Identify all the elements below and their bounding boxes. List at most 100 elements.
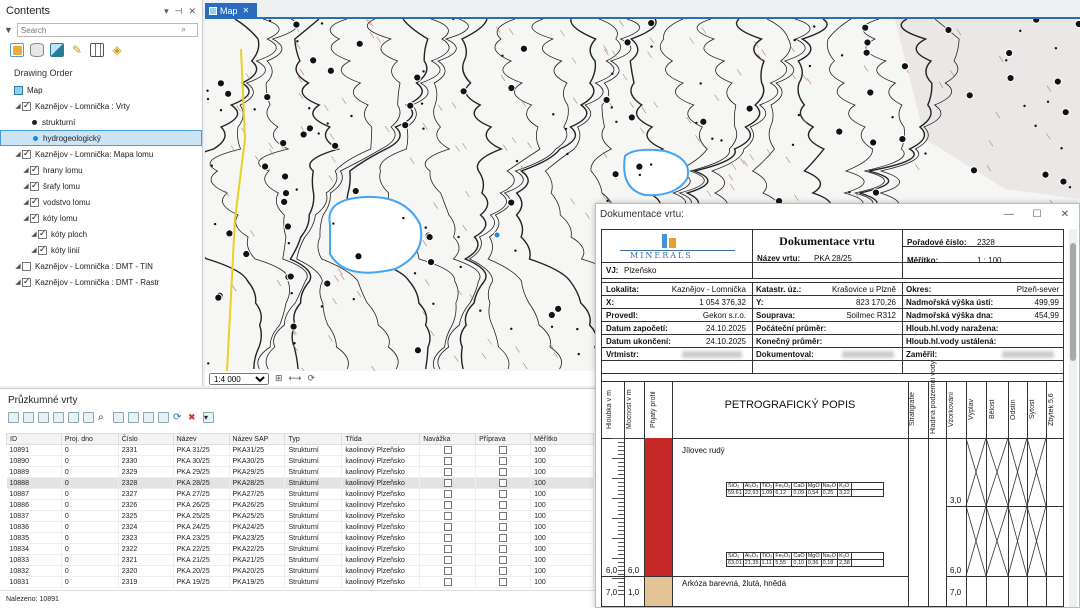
column-header[interactable]: Třída — [341, 433, 421, 445]
table-row[interactable]: 10834 0 2322 PKA 22/25 PKA22/25 Strukturní kao… — [6, 543, 594, 555]
table-cell[interactable]: 100 — [530, 466, 594, 478]
table-cell[interactable]: kaolinový Plzeňsko — [341, 543, 421, 555]
table-cell[interactable]: 0 — [61, 565, 119, 577]
table-cell[interactable]: Strukturní — [284, 488, 343, 500]
table-cell[interactable]: 0 — [61, 521, 119, 533]
column-header[interactable]: ID — [6, 433, 62, 445]
table-cell[interactable]: PKA29/25 — [229, 466, 286, 478]
table-cell[interactable]: 0 — [61, 499, 119, 511]
column-header[interactable]: Typ — [284, 433, 343, 445]
column-header[interactable]: Číslo — [117, 433, 174, 445]
table-cell[interactable] — [419, 543, 477, 555]
row-checkbox[interactable] — [499, 490, 508, 498]
search-icon[interactable]: ⌕ — [182, 25, 186, 35]
expand-caret-icon[interactable]: ◢ — [22, 166, 30, 174]
tree-item[interactable]: ◢ vodstvo lomu — [0, 194, 202, 210]
row-checkbox[interactable] — [499, 567, 508, 575]
table-cell[interactable]: PKA28/25 — [229, 477, 286, 489]
table-cell[interactable]: PKA 24/25 — [173, 521, 230, 533]
table-cell[interactable]: PKA27/25 — [229, 488, 286, 500]
table-cell[interactable] — [475, 444, 532, 456]
expand-caret-icon[interactable]: ◢ — [14, 102, 22, 110]
table-cell[interactable] — [419, 510, 477, 522]
dialog-close-icon[interactable]: ✕ — [1051, 209, 1079, 220]
minimize-icon[interactable]: — — [995, 209, 1023, 220]
table-cell[interactable]: 2321 — [118, 554, 174, 566]
expand-caret-icon[interactable]: ◢ — [30, 246, 38, 254]
table-cell[interactable] — [419, 466, 477, 478]
table-cell[interactable]: 0 — [61, 477, 119, 489]
tab-map[interactable]: Map ✕ — [205, 3, 257, 18]
tree-item[interactable]: ◢ kóty ploch — [0, 226, 202, 242]
table-row[interactable]: 10831 0 2319 PKA 19/25 PKA19/25 Strukturní kao… — [6, 576, 594, 588]
table-cell[interactable]: 100 — [530, 444, 594, 456]
layer-visibility-checkbox[interactable] — [22, 261, 31, 271]
table-cell[interactable]: 10831 — [6, 576, 62, 588]
table-cell[interactable]: 100 — [530, 510, 594, 522]
table-cell[interactable] — [475, 565, 532, 577]
table-cell[interactable] — [419, 521, 477, 533]
table-cell[interactable]: PKA23/25 — [229, 532, 286, 544]
layer-visibility-checkbox[interactable] — [38, 244, 47, 255]
table-cell[interactable]: 2319 — [118, 576, 174, 588]
table-cell[interactable] — [475, 532, 532, 544]
table-cell[interactable]: 2322 — [118, 543, 174, 555]
list-by-labeling-icon[interactable]: ◈ — [110, 43, 124, 57]
attribute-table[interactable]: ID Proj. dno Číslo Název Název SAP Typ Třída Na… — [6, 433, 594, 588]
table-menu-icon[interactable]: ▾ — [203, 411, 214, 423]
expand-caret-icon[interactable]: ◢ — [14, 278, 22, 286]
table-cell[interactable]: PKA25/25 — [229, 510, 286, 522]
table-cell[interactable] — [419, 532, 477, 544]
table-cell[interactable]: 100 — [530, 499, 594, 511]
table-cell[interactable]: 100 — [530, 543, 594, 555]
table-cell[interactable]: PKA 25/25 — [173, 510, 230, 522]
row-checkbox[interactable] — [499, 457, 508, 465]
dialog-scrollbar[interactable] — [1069, 229, 1077, 607]
table-row[interactable]: 10890 0 2330 PKA 30/25 PKA30/25 Strukturní kao… — [6, 455, 594, 467]
table-cell[interactable]: 2328 — [118, 477, 174, 489]
table-row[interactable]: 10835 0 2323 PKA 23/25 PKA23/25 Strukturní kao… — [6, 532, 594, 544]
row-checkbox[interactable] — [499, 545, 508, 553]
table-cell[interactable]: PKA26/25 — [229, 499, 286, 511]
row-checkbox[interactable] — [443, 479, 452, 487]
list-by-source-icon[interactable] — [30, 43, 44, 57]
table-cell[interactable]: Strukturní — [284, 532, 343, 544]
tree-item[interactable]: ◢ Kaznějov - Lomnička : Vrty — [0, 98, 202, 114]
list-by-editing-icon[interactable]: ✎ — [70, 43, 84, 57]
delete-icon[interactable]: ✖ — [188, 412, 199, 423]
paste-icon[interactable] — [158, 411, 169, 423]
filter-icon[interactable]: ▼ — [4, 25, 13, 35]
table-cell[interactable]: 10886 — [6, 499, 62, 511]
table-cell[interactable]: PKA 21/25 — [173, 554, 230, 566]
tree-item[interactable]: strukturní — [0, 114, 202, 130]
layer-visibility-checkbox[interactable] — [22, 276, 31, 287]
field-view-icon[interactable] — [113, 411, 124, 423]
dialog-titlebar[interactable]: Dokumentace vrtu: — ☐ ✕ — [596, 204, 1079, 224]
tab-close-icon[interactable]: ✕ — [243, 6, 250, 15]
row-checkbox[interactable] — [443, 545, 452, 553]
table-cell[interactable]: PKA 28/25 — [173, 477, 230, 489]
table-cell[interactable]: 2323 — [118, 532, 174, 544]
table-cell[interactable]: kaolinový Plzeňsko — [341, 565, 421, 577]
table-cell[interactable]: 100 — [530, 532, 594, 544]
column-header[interactable]: Název — [172, 433, 230, 445]
table-cell[interactable]: kaolinový Plzeňsko — [341, 444, 421, 456]
table-cell[interactable]: kaolinový Plzeňsko — [341, 455, 421, 467]
table-cell[interactable]: 2326 — [118, 499, 174, 511]
column-header[interactable]: Navážka — [419, 433, 477, 445]
table-cell[interactable]: 10891 — [6, 444, 62, 456]
row-checkbox[interactable] — [443, 567, 452, 575]
row-checkbox[interactable] — [443, 512, 452, 520]
row-checkbox[interactable] — [443, 446, 452, 454]
layer-visibility-checkbox[interactable] — [30, 212, 39, 223]
table-cell[interactable]: kaolinový Plzeňsko — [341, 510, 421, 522]
table-cell[interactable] — [419, 499, 477, 511]
table-cell[interactable] — [419, 455, 477, 467]
column-header[interactable]: Název SAP — [228, 433, 286, 445]
table-cell[interactable]: kaolinový Plzeňsko — [341, 466, 421, 478]
table-cell[interactable]: 0 — [61, 532, 119, 544]
layer-visibility-checkbox[interactable] — [22, 100, 31, 111]
table-cell[interactable]: Strukturní — [284, 499, 343, 511]
table-cell[interactable] — [475, 521, 532, 533]
table-cell[interactable]: PKA 22/25 — [173, 543, 230, 555]
